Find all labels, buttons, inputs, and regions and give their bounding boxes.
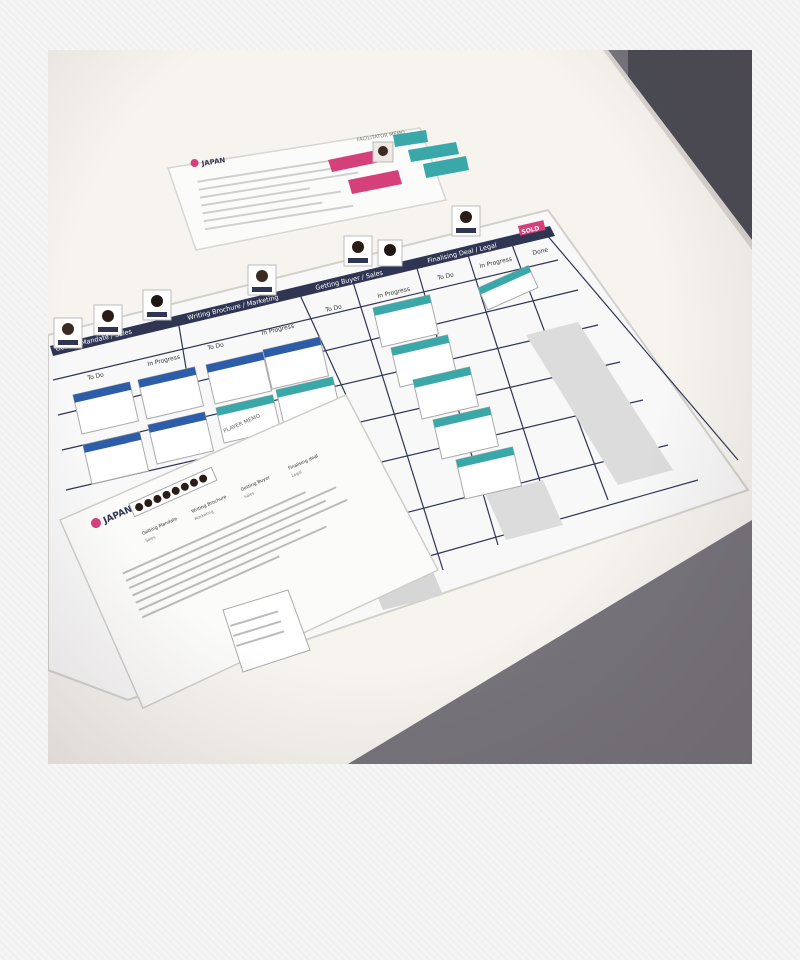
photo-scene: JAPAN FACILITATOR MEMO Getting Mandate /…: [48, 50, 752, 764]
polaroid-frame: JAPAN FACILITATOR MEMO Getting Mandate /…: [0, 0, 800, 960]
photo: JAPAN FACILITATOR MEMO Getting Mandate /…: [48, 50, 752, 764]
